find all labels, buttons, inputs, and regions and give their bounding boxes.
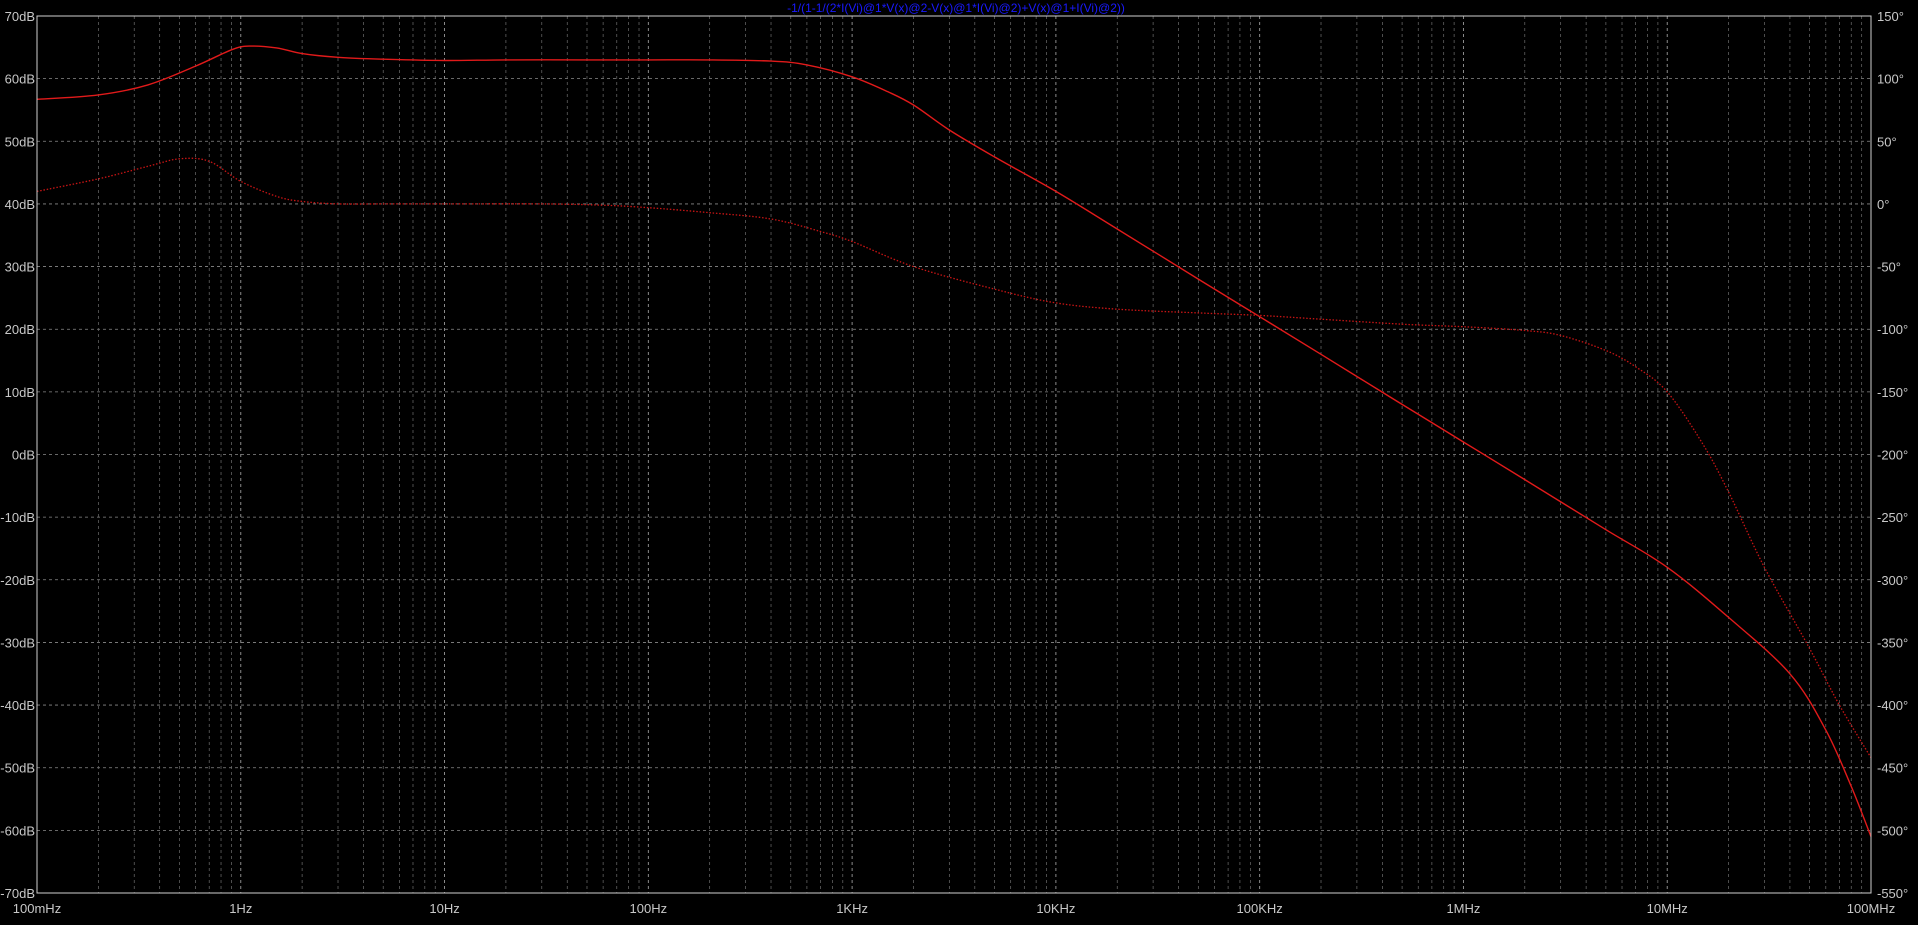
y-right-tick-label: -350° — [1877, 635, 1908, 650]
y-right-tick-label: -250° — [1877, 510, 1908, 525]
x-tick-label: 10MHz — [1647, 901, 1688, 916]
x-tick-label: 100Hz — [630, 901, 668, 916]
y-left-tick-label: -60dB — [0, 823, 35, 838]
y-left-tick-label: 0dB — [12, 448, 35, 463]
y-left-tick-label: 10dB — [5, 385, 35, 400]
y-left-tick-label: -10dB — [0, 510, 35, 525]
y-right-tick-label: -100° — [1877, 322, 1908, 337]
y-left-tick-label: 50dB — [5, 134, 35, 149]
y-left-tick-label: -30dB — [0, 635, 35, 650]
y-right-tick-label: 50° — [1877, 134, 1897, 149]
bode-plot: -1/(1-1/(2*I(Vi)@1*V(x)@2-V(x)@1*I(Vi)@2… — [0, 0, 1918, 925]
y-left-tick-label: 70dB — [5, 9, 35, 24]
y-right-tick-label: 0° — [1877, 197, 1889, 212]
y-right-tick-label: -200° — [1877, 448, 1908, 463]
x-tick-label: 10KHz — [1036, 901, 1075, 916]
y-right-tick-label: -50° — [1877, 260, 1901, 275]
y-right-tick-label: -500° — [1877, 823, 1908, 838]
y-right-tick-label: -400° — [1877, 698, 1908, 713]
y-left-tick-label: -20dB — [0, 573, 35, 588]
y-right-tick-label: -550° — [1877, 886, 1908, 901]
y-left-tick-label: 30dB — [5, 260, 35, 275]
x-tick-label: 1Hz — [229, 901, 252, 916]
y-left-tick-label: 40dB — [5, 197, 35, 212]
trace-title[interactable]: -1/(1-1/(2*I(Vi)@1*V(x)@2-V(x)@1*I(Vi)@2… — [787, 1, 1125, 15]
y-right-tick-label: -450° — [1877, 761, 1908, 776]
x-tick-label: 1MHz — [1446, 901, 1480, 916]
x-tick-label: 100KHz — [1237, 901, 1283, 916]
x-tick-label: 1KHz — [836, 901, 868, 916]
y-right-tick-label: 150° — [1877, 9, 1904, 24]
y-right-tick-label: 100° — [1877, 72, 1904, 87]
x-tick-label: 100mHz — [13, 901, 61, 916]
x-tick-label: 100MHz — [1847, 901, 1895, 916]
y-right-tick-label: -300° — [1877, 573, 1908, 588]
y-right-tick-label: -150° — [1877, 385, 1908, 400]
x-tick-label: 10Hz — [429, 901, 459, 916]
y-left-tick-label: 20dB — [5, 322, 35, 337]
y-left-tick-label: -40dB — [0, 698, 35, 713]
plot-background — [0, 0, 1918, 925]
y-left-tick-label: 60dB — [5, 72, 35, 87]
y-left-tick-label: -50dB — [0, 761, 35, 776]
y-left-tick-label: -70dB — [0, 886, 35, 901]
